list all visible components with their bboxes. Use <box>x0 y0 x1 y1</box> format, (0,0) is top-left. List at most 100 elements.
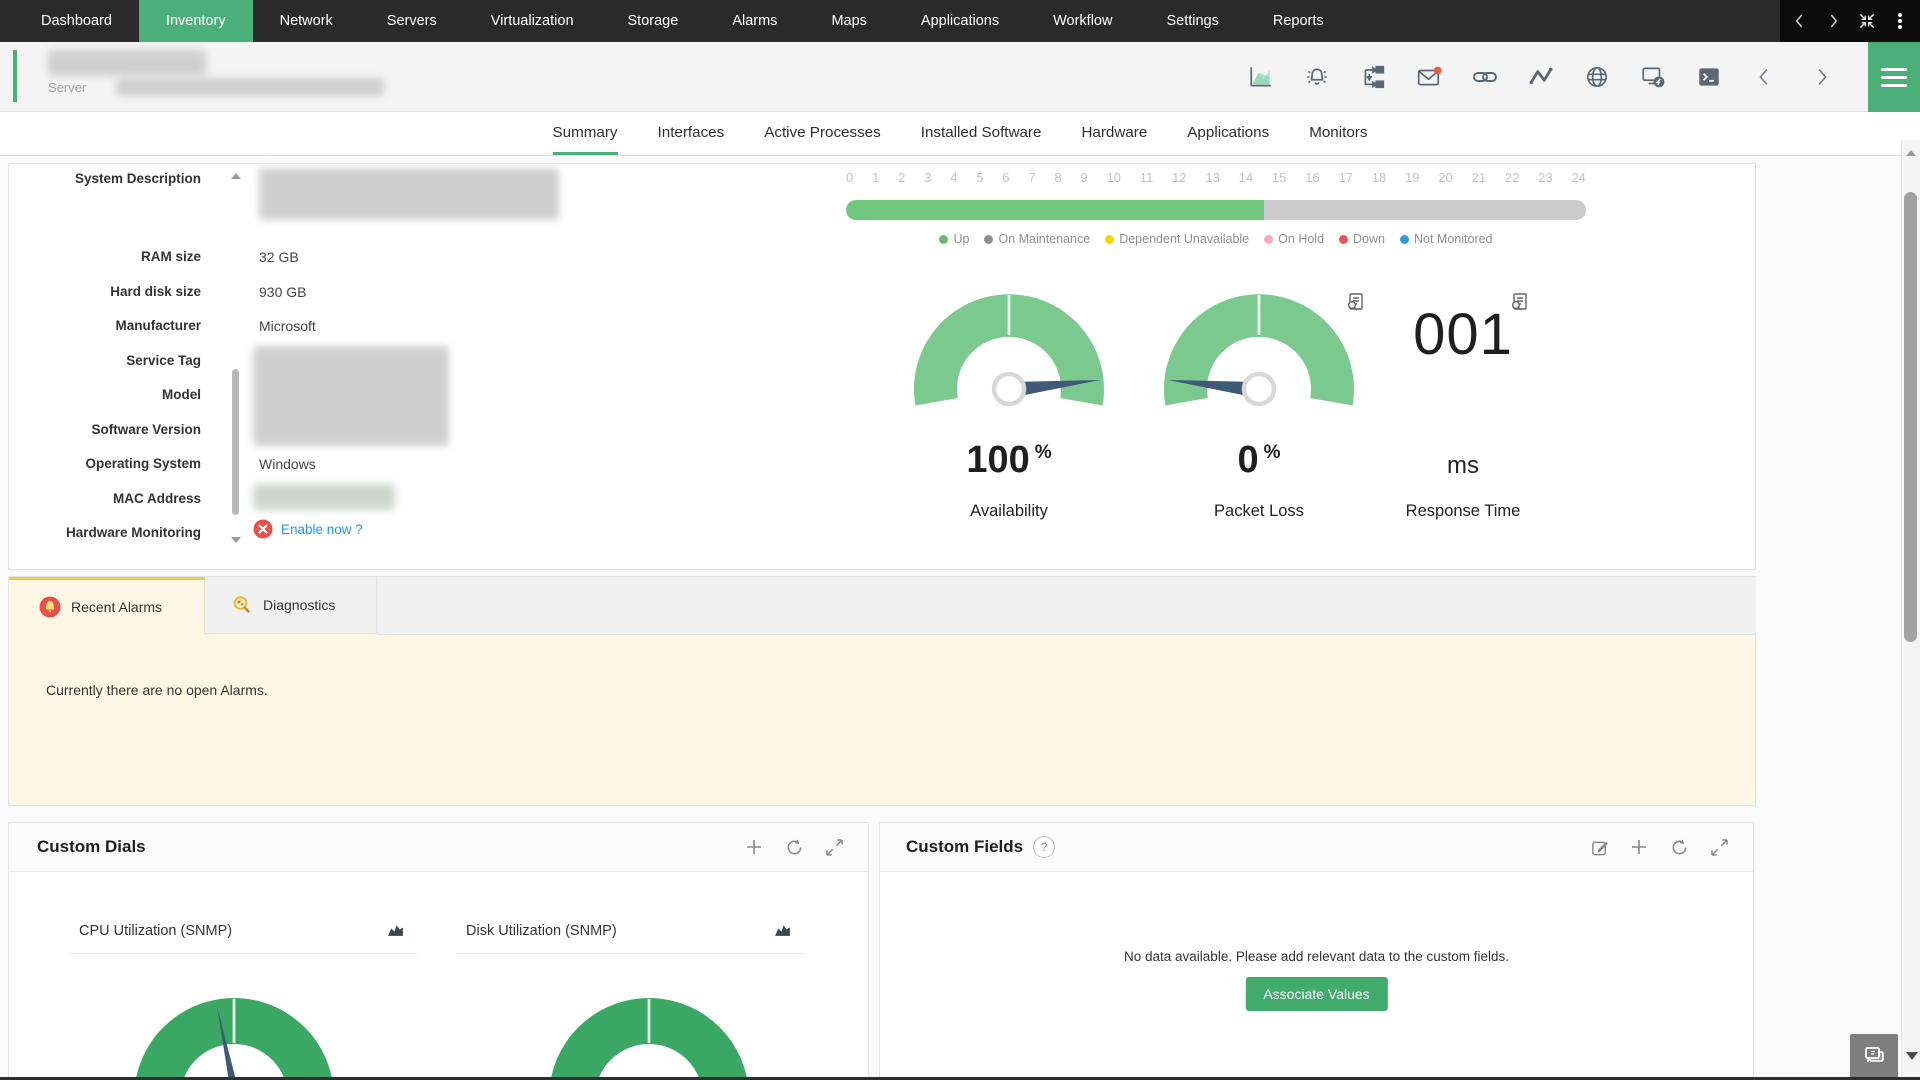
recent-alarms-icon <box>39 596 61 618</box>
label-operating-system: Operating System <box>19 456 201 471</box>
nav-item-dashboard[interactable]: Dashboard <box>14 0 139 42</box>
no-alarms-message: Currently there are no open Alarms. <box>46 682 268 698</box>
summary-panel: System Description RAM size Hard disk si… <box>8 163 1756 570</box>
disk-dial-title: Disk Utilization (SNMP) <box>466 923 617 939</box>
nav-forward-icon[interactable] <box>1820 8 1846 34</box>
hardware-monitoring-disabled-icon <box>253 519 273 539</box>
custom-fields-title: Custom Fields <box>906 837 1023 857</box>
disk-dial-divider <box>456 953 804 954</box>
refresh-dials-icon[interactable] <box>784 837 804 857</box>
chat-icon <box>1861 1043 1887 1069</box>
nav-back-icon[interactable] <box>1787 8 1813 34</box>
availability-timeline-up-segment <box>846 200 1264 220</box>
enable-hardware-monitoring-link[interactable]: Enable now ? <box>281 522 363 537</box>
nav-item-maps[interactable]: Maps <box>804 0 893 42</box>
nav-item-applications[interactable]: Applications <box>894 0 1026 42</box>
globe-icon[interactable] <box>1584 64 1610 90</box>
label-mac-address: MAC Address <box>19 491 201 506</box>
custom-fields-help-icon[interactable]: ? <box>1033 836 1055 858</box>
availability-value: 100% <box>909 439 1109 482</box>
refresh-custom-fields-icon[interactable] <box>1669 837 1689 857</box>
value-ram-size: 32 GB <box>259 249 299 265</box>
kebab-menu-icon[interactable] <box>1887 8 1913 34</box>
tab-diagnostics[interactable]: Diagnostics <box>205 577 377 634</box>
expand-dials-icon[interactable] <box>824 837 844 857</box>
associate-values-button[interactable]: Associate Values <box>1245 977 1387 1011</box>
legend-dependent-unavailable-dot <box>1105 235 1114 244</box>
tab-active-processes[interactable]: Active Processes <box>764 112 880 155</box>
link-icon[interactable] <box>1472 64 1498 90</box>
nav-item-settings[interactable]: Settings <box>1139 0 1245 42</box>
terminal-icon[interactable] <box>1696 64 1722 90</box>
label-software-version: Software Version <box>19 422 201 437</box>
legend-on-hold-dot <box>1264 235 1273 244</box>
scrollbar-up-icon[interactable] <box>1906 150 1916 156</box>
nav-item-virtualization[interactable]: Virtualization <box>464 0 601 42</box>
tab-interfaces[interactable]: Interfaces <box>658 112 725 155</box>
tab-hardware[interactable]: Hardware <box>1081 112 1147 155</box>
custom-dials-header: Custom Dials <box>9 823 868 872</box>
legend-not-monitored: Not Monitored <box>1400 232 1493 246</box>
label-service-tag: Service Tag <box>19 353 201 368</box>
nav-item-servers[interactable]: Servers <box>360 0 464 42</box>
device-tabs: Summary Interfaces Active Processes Inst… <box>0 112 1920 156</box>
info-scrollbar-thumb[interactable] <box>232 369 239 515</box>
performance-chart-icon[interactable] <box>1248 64 1274 90</box>
device-ip-redacted <box>116 78 384 96</box>
tab-monitors[interactable]: Monitors <box>1309 112 1367 155</box>
nav-item-alarms[interactable]: Alarms <box>705 0 804 42</box>
value-manufacturer: Microsoft <box>259 318 316 334</box>
nav-item-workflow[interactable]: Workflow <box>1026 0 1139 42</box>
feedback-collapse-icon[interactable] <box>1906 1052 1918 1060</box>
feedback-button[interactable] <box>1850 1034 1898 1078</box>
sparkline-icon[interactable] <box>1528 64 1554 90</box>
nav-item-storage[interactable]: Storage <box>601 0 706 42</box>
mail-icon[interactable] <box>1416 64 1442 90</box>
label-hard-disk-size: Hard disk size <box>19 284 201 299</box>
response-time-value: 001 <box>1353 301 1573 368</box>
page-scrollbar[interactable] <box>1901 140 1920 1080</box>
topology-icon[interactable] <box>1360 64 1386 90</box>
tab-summary[interactable]: Summary <box>553 112 618 155</box>
expand-custom-fields-icon[interactable] <box>1709 837 1729 857</box>
legend-dependent-unavailable: Dependent Unavailable <box>1105 232 1249 246</box>
nav-item-inventory[interactable]: Inventory <box>139 0 253 42</box>
scrollbar-thumb[interactable] <box>1904 192 1917 642</box>
cpu-dial-divider <box>69 953 417 954</box>
nav-item-reports[interactable]: Reports <box>1246 0 1351 42</box>
prev-device-icon[interactable] <box>1752 64 1778 90</box>
remote-desktop-icon[interactable] <box>1640 64 1666 90</box>
tab-installed-software[interactable]: Installed Software <box>921 112 1042 155</box>
info-scroll-up-icon[interactable] <box>231 173 241 179</box>
cpu-utilization-gauge <box>124 968 344 1078</box>
disk-utilization-gauge <box>539 968 759 1078</box>
label-system-description: System Description <box>19 171 201 186</box>
label-ram-size: RAM size <box>19 249 201 264</box>
availability-label: Availability <box>909 502 1109 521</box>
value-service-model-version-redacted <box>253 346 449 446</box>
custom-dials-panel: Custom Dials CPU Utilization (SNMP) Disk… <box>8 822 869 1078</box>
availability-gauge <box>909 279 1109 429</box>
cpu-dial-chart-icon[interactable] <box>387 921 404 938</box>
label-manufacturer: Manufacturer <box>19 318 201 333</box>
tab-applications[interactable]: Applications <box>1187 112 1269 155</box>
label-hardware-monitoring: Hardware Monitoring <box>19 525 201 540</box>
response-time-unit: ms <box>1353 452 1573 480</box>
add-dial-icon[interactable] <box>744 837 764 857</box>
legend-up: Up <box>939 232 969 246</box>
availability-legend: Up On Maintenance Dependent Unavailable … <box>846 232 1586 246</box>
alarm-bell-icon[interactable] <box>1304 64 1330 90</box>
availability-timeline-bar <box>846 200 1586 220</box>
custom-dials-title: Custom Dials <box>37 837 146 857</box>
nav-item-network[interactable]: Network <box>253 0 360 42</box>
side-menu-toggle[interactable] <box>1868 42 1920 112</box>
availability-timeline-ticks: 0123456789101112131415161718192021222324 <box>846 170 1586 185</box>
next-device-icon[interactable] <box>1808 64 1834 90</box>
disk-dial-chart-icon[interactable] <box>774 921 791 938</box>
add-custom-field-icon[interactable] <box>1629 837 1649 857</box>
response-time-label: Response Time <box>1363 502 1563 521</box>
tab-recent-alarms[interactable]: Recent Alarms <box>9 577 205 634</box>
compress-icon[interactable] <box>1854 8 1880 34</box>
info-scroll-down-icon[interactable] <box>231 537 241 543</box>
edit-custom-fields-icon[interactable] <box>1589 837 1609 857</box>
